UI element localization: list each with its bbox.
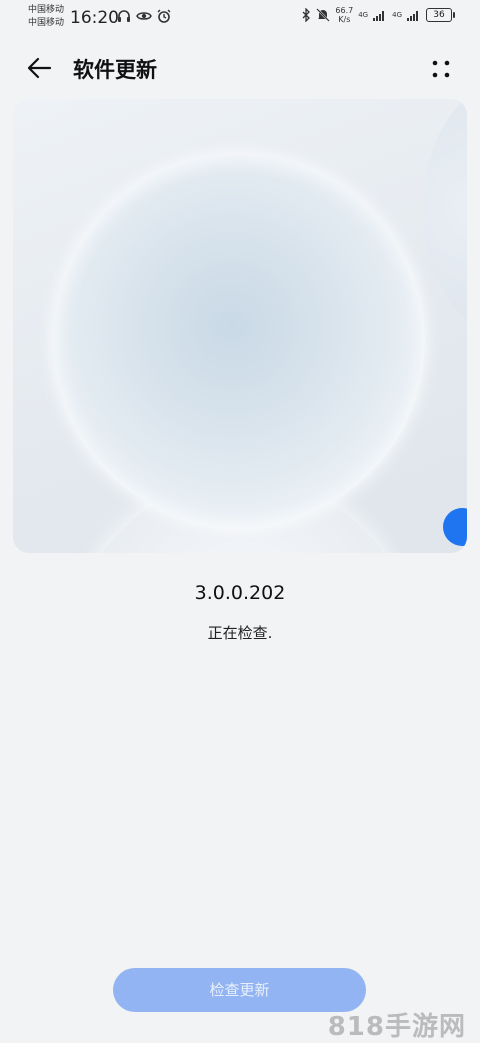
bluetooth-icon [302,8,311,22]
status-icons-left [117,9,171,23]
network-type-1: 4G [358,11,369,19]
progress-indicator-dot [443,508,467,546]
status-bar: 中国移动 中国移动 16:20 66.7 K/s 4G 4G 36 [0,0,480,36]
version-number: 3.0.0.202 [194,582,286,604]
battery-icon: 36 [426,8,455,22]
alarm-icon [157,9,171,23]
main-bubble [53,155,425,527]
more-options-icon[interactable] [428,56,454,82]
status-time: 16:20 [70,8,119,28]
top-app-bar: 软件更新 [0,44,480,92]
mute-bell-icon [316,8,331,22]
signal-icon [373,11,385,21]
signal-icon-2 [407,11,418,21]
carrier-info: 中国移动 中国移动 [28,4,64,30]
carrier-2: 中国移动 [28,18,65,28]
speed-unit: K/s [338,15,351,24]
update-hero-graphic [13,99,467,553]
page-title: 软件更新 [73,58,157,82]
headphones-icon [118,10,130,22]
eye-icon [136,12,152,20]
network-speed: 66.7 K/s [335,6,353,24]
update-status-text: 正在检查. [207,624,273,642]
network-type-2: 4G [392,11,402,19]
speed-value: 66.7 [335,6,354,15]
decorative-bubble [423,99,467,339]
carrier-1: 中国移动 [28,5,65,15]
watermark-text: 818手游网 [327,1012,466,1042]
status-icons-right: 66.7 K/s 4G 4G 36 [301,6,455,24]
back-arrow-icon[interactable] [24,54,56,82]
